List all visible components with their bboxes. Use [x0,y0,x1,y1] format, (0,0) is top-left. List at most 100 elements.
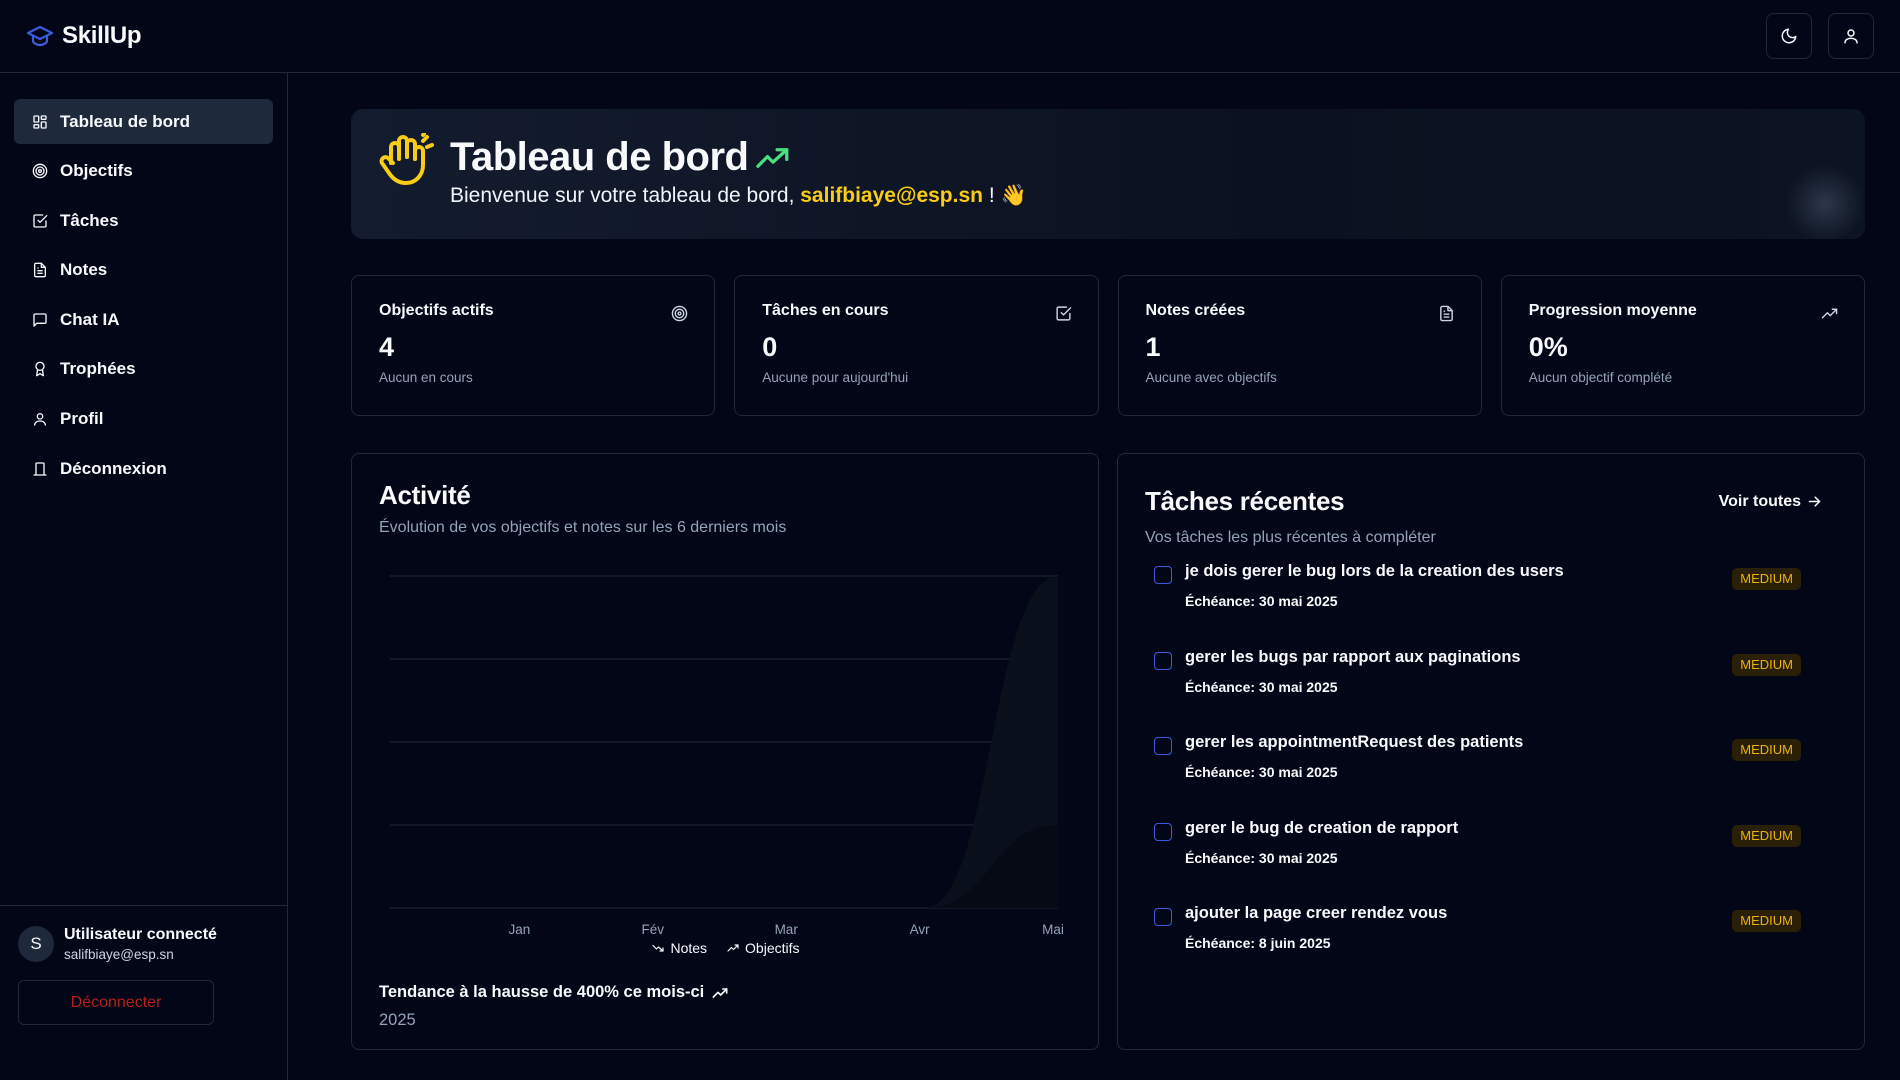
task-due-date: Échéance: 30 mai 2025 [1185,678,1338,695]
sidebar-item-dashboard[interactable]: Tableau de bord [14,99,273,144]
welcome-message: Bienvenue sur votre tableau de bord, sal… [450,184,1027,208]
graduation-cap-icon [26,25,54,47]
task-due-date: Échéance: 30 mai 2025 [1185,849,1338,866]
x-tick-label: Jan [509,922,531,937]
legend-item-objectives[interactable]: Objectifs [727,940,800,956]
stat-value: 4 [379,332,395,362]
task-list: je dois gerer le bug lors de la creation… [1145,559,1837,987]
x-tick-label: Mai [1042,922,1064,937]
decorative-glow [1785,164,1865,239]
task-checkbox[interactable] [1154,908,1172,926]
user-icon [1842,27,1860,45]
moon-icon [1780,27,1798,45]
trend-text: Tendance à la hausse de 400% ce mois-ci [379,983,705,1001]
priority-badge: MEDIUM [1732,739,1801,761]
legend-label: Notes [670,940,708,956]
stat-title: Notes créées [1145,302,1246,319]
sidebar-nav: Tableau de bord Objectifs Tâches Notes C… [0,73,287,491]
current-user: S Utilisateur connecté salifbiaye@esp.sn [18,926,269,962]
see-all-label: Voir toutes [1718,492,1801,510]
user-email: salifbiaye@esp.sn [64,947,174,962]
priority-badge: MEDIUM [1732,653,1801,676]
sidebar-item-notes[interactable]: Notes [14,248,273,293]
task-item: gerer les appointmentRequest des patient… [1145,730,1837,816]
sidebar: Tableau de bord Objectifs Tâches Notes C… [0,73,288,1080]
sidebar-item-trophies[interactable]: Trophées [14,347,273,392]
task-item: gerer le bug de creation de rapport Éché… [1145,816,1837,902]
task-checkbox[interactable] [1154,822,1172,841]
trending-up-icon [712,985,728,1001]
priority-badge: MEDIUM [1732,824,1801,847]
recent-tasks-card: Tâches récentes Voir toutes Vos tâches l… [1117,453,1865,1050]
trend-summary: Tendance à la hausse de 400% ce mois-ci [379,983,728,1002]
target-icon [671,305,688,322]
sidebar-item-objectives[interactable]: Objectifs [14,149,273,194]
stat-subtext: Aucun objectif complété [1528,370,1673,385]
sidebar-item-label: Notes [60,260,108,280]
see-all-tasks-link[interactable]: Voir toutes [1719,493,1822,511]
waving-hand-icon [377,133,435,187]
x-tick-label: Avr [910,922,931,937]
trending-up-icon [727,942,739,954]
trending-down-icon [652,942,665,954]
trend-year: 2025 [379,1011,416,1029]
chart-legend: Notes Objectifs [352,940,1100,956]
file-text-icon [32,262,48,278]
legend-label: Objectifs [745,940,800,956]
award-icon [32,361,48,377]
sidebar-item-label: Chat IA [60,309,120,329]
priority-badge: MEDIUM [1732,568,1801,590]
task-item: je dois gerer le bug lors de la creation… [1145,559,1837,645]
arrow-right-icon [1807,494,1822,509]
page-title: Tableau de bord [450,135,749,179]
stat-card-progress: Progression moyenne 0% Aucun objectif co… [1500,275,1865,416]
task-due-date: Échéance: 8 juin 2025 [1185,935,1331,951]
stat-value: 0% [1528,332,1568,362]
top-bar: SkillUp [0,0,1900,73]
trending-up-icon [1821,305,1838,322]
task-checkbox[interactable] [1154,566,1172,584]
x-tick-label: Mar [775,922,799,937]
stat-subtext: Aucun en cours [379,370,473,385]
sidebar-item-profile[interactable]: Profil [14,397,273,442]
target-icon [32,163,48,179]
avatar: S [18,926,54,962]
sidebar-item-label: Tâches [60,210,119,230]
sidebar-item-label: Objectifs [60,161,133,181]
brand[interactable]: SkillUp [26,22,142,50]
sidebar-item-label: Tableau de bord [60,111,191,131]
task-due-date: Échéance: 30 mai 2025 [1185,593,1338,609]
stat-subtext: Aucune avec objectifs [1145,370,1277,385]
task-checkbox[interactable] [1154,737,1172,755]
user-menu-button[interactable] [1828,13,1874,59]
check-square-icon [32,213,48,229]
task-checkbox[interactable] [1154,651,1172,670]
tasks-title: Tâches récentes [1145,486,1345,516]
dashboard-icon [32,114,48,130]
task-due-date: Échéance: 30 mai 2025 [1185,764,1338,780]
activity-card: Activité Évolution de vos objectifs et n… [351,453,1099,1050]
stat-card-objectives: Objectifs actifs 4 Aucun en cours [351,275,716,416]
stat-subtext: Aucune pour aujourd'hui [762,370,909,385]
stat-value: 0 [762,332,778,362]
x-tick-label: Fév [642,922,665,937]
message-icon [32,312,48,328]
welcome-prefix: Bienvenue sur votre tableau de bord, [450,184,795,207]
sidebar-item-label: Profil [60,409,104,429]
activity-chart: Jan Fév Mar Avr Mai [378,562,1072,944]
tasks-description: Vos tâches les plus récentes à compléter [1145,529,1436,546]
stat-card-notes: Notes créées 1 Aucune avec objectifs [1117,275,1482,416]
task-item: gerer les bugs par rapport aux paginatio… [1145,645,1837,731]
stat-title: Tâches en cours [762,302,889,319]
app-name: SkillUp [62,22,142,49]
sidebar-item-logout[interactable]: Déconnexion [14,446,273,491]
welcome-banner: Tableau de bord Bienvenue sur votre tabl… [351,109,1865,239]
sidebar-item-tasks[interactable]: Tâches [14,198,273,243]
welcome-email: salifbiaye@esp.sn [800,184,983,207]
legend-item-notes[interactable]: Notes [652,940,707,956]
sidebar-item-chat[interactable]: Chat IA [14,297,273,342]
theme-toggle-button[interactable] [1766,13,1812,59]
activity-chart-svg: Jan Fév Mar Avr Mai [390,575,1064,937]
logout-button[interactable]: Déconnecter [18,980,214,1025]
sidebar-footer: S Utilisateur connecté salifbiaye@esp.sn… [0,905,287,1025]
